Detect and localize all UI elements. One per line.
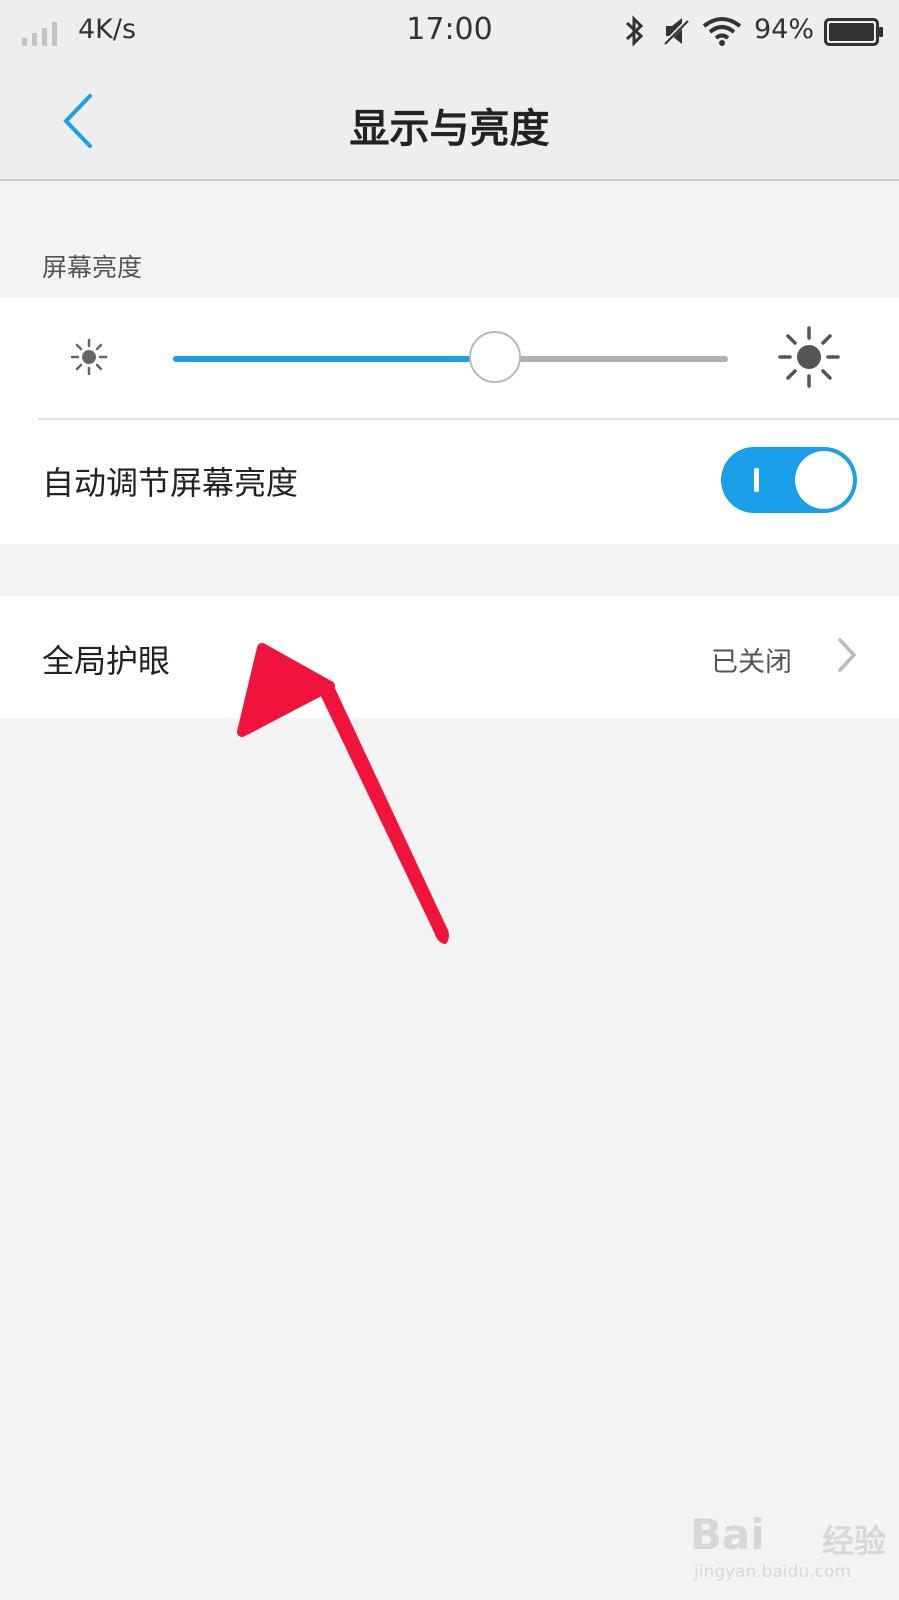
nav-bar: 显示与亮度 — [0, 64, 899, 181]
toggle-knob — [795, 451, 853, 509]
sun-small-icon — [70, 338, 108, 376]
watermark-brand: Bai — [690, 1510, 765, 1559]
watermark-brand-cn: 经验 — [822, 1522, 887, 1560]
wifi-icon — [702, 17, 742, 46]
slider-fill — [173, 356, 495, 362]
brightness-slider[interactable] — [173, 331, 728, 383]
annotation-arrow-icon — [237, 643, 449, 944]
section-label-brightness: 屏幕亮度 — [42, 253, 143, 282]
battery-icon — [824, 18, 883, 46]
mute-icon — [662, 18, 690, 46]
sun-large-icon — [778, 326, 840, 388]
slider-thumb[interactable] — [468, 331, 521, 383]
status-bar: 4K/s 17:00 94% — [0, 0, 899, 64]
eye-care-status: 已关闭 — [711, 647, 792, 678]
chevron-right-icon — [838, 638, 857, 672]
auto-brightness-label: 自动调节屏幕亮度 — [42, 464, 299, 502]
brightness-card: 自动调节屏幕亮度 — [0, 298, 899, 544]
bluetooth-icon — [625, 15, 644, 47]
eye-care-label: 全局护眼 — [42, 642, 171, 680]
toggle-on-mark — [754, 468, 759, 492]
auto-brightness-row: 自动调节屏幕亮度 — [0, 420, 899, 544]
battery-percent: 94% — [754, 14, 815, 45]
eye-care-row[interactable]: 全局护眼 已关闭 — [0, 596, 899, 718]
watermark: Bai 经验 jingyan.baidu.com — [690, 1500, 890, 1590]
auto-brightness-toggle[interactable] — [721, 447, 857, 513]
watermark-url: jingyan.baidu.com — [694, 1562, 851, 1582]
page-title: 显示与亮度 — [349, 106, 550, 152]
